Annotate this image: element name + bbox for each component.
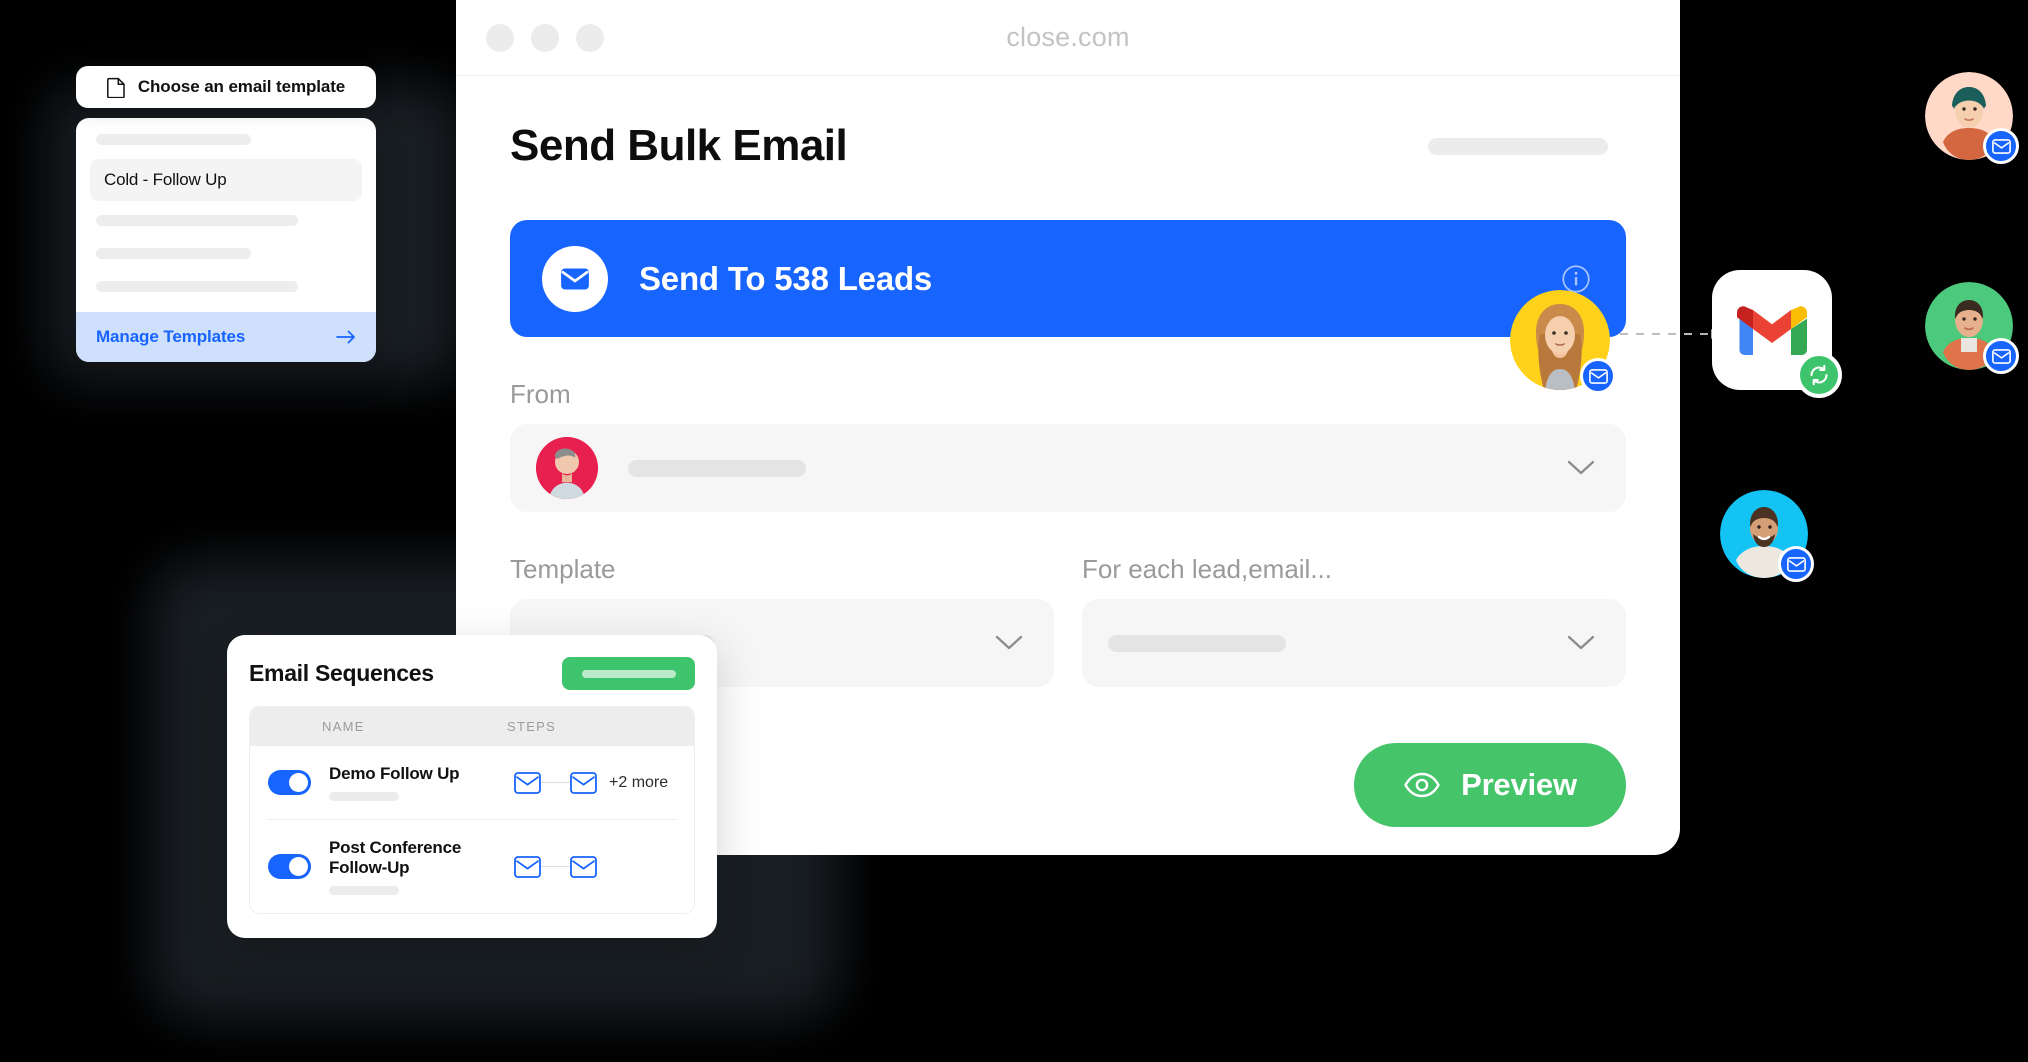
chevron-down-icon[interactable] xyxy=(1566,459,1596,477)
step-connector xyxy=(541,781,570,784)
page-header: Send Bulk Email xyxy=(510,124,1626,168)
manage-templates-label: Manage Templates xyxy=(96,327,246,346)
column-header-steps: STEPS xyxy=(507,719,557,734)
email-sequences-header: Email Sequences xyxy=(249,657,695,690)
template-dropdown-menu: Cold - Follow Up Manage Templates xyxy=(76,118,376,362)
preview-button[interactable]: Preview xyxy=(1354,743,1626,827)
gmail-icon xyxy=(1737,303,1807,357)
add-sequence-button[interactable] xyxy=(562,657,695,690)
document-icon xyxy=(106,77,126,98)
for-each-lead-field[interactable] xyxy=(1082,599,1626,687)
email-sequences-title: Email Sequences xyxy=(249,660,434,686)
table-row[interactable]: Post Conference Follow-Up xyxy=(268,819,676,913)
email-sequences-card: Email Sequences NAME STEPS Demo Follow U… xyxy=(227,635,717,938)
column-header-name: NAME xyxy=(322,719,365,734)
avatar-lower-man xyxy=(1720,490,1814,582)
for-each-lead-field-group: For each lead,email... xyxy=(1082,512,1626,687)
envelope-icon xyxy=(542,245,608,312)
chevron-down-icon[interactable] xyxy=(994,634,1024,652)
table-header-row: NAME STEPS xyxy=(250,707,694,746)
avatar-top-right-woman xyxy=(1925,72,2019,164)
browser-chrome: close.com xyxy=(456,0,1680,76)
send-bulk-label: Send To 538 Leads xyxy=(639,259,933,297)
connection-line xyxy=(1620,329,1718,339)
send-bulk-banner[interactable]: Send To 538 Leads xyxy=(510,220,1626,337)
steps-more-label: +2 more xyxy=(609,773,669,791)
sequence-subtitle-placeholder xyxy=(329,792,399,801)
sequence-subtitle-placeholder xyxy=(329,886,399,895)
preview-button-label: Preview xyxy=(1461,767,1577,802)
sequence-toggle[interactable] xyxy=(268,770,311,795)
sequence-name: Demo Follow Up xyxy=(329,764,460,783)
page-title: Send Bulk Email xyxy=(510,121,848,170)
template-item-selected[interactable]: Cold - Follow Up xyxy=(90,159,362,201)
address-bar-url[interactable]: close.com xyxy=(456,22,1680,53)
sync-icon xyxy=(1796,352,1842,398)
step-connector xyxy=(541,865,570,868)
envelope-icon xyxy=(570,855,597,878)
from-field[interactable] xyxy=(510,424,1626,512)
template-item-placeholder[interactable] xyxy=(96,281,298,292)
avatar-banner-woman xyxy=(1510,290,1616,394)
field-label-template: Template xyxy=(510,554,616,584)
button-label-placeholder xyxy=(581,669,676,678)
eye-icon xyxy=(1403,771,1441,799)
sequence-toggle[interactable] xyxy=(268,854,311,879)
sequence-name: Post Conference Follow-Up xyxy=(329,838,462,877)
sequences-table: NAME STEPS Demo Follow Up +2 more Post C… xyxy=(249,706,695,914)
sequence-steps-cell xyxy=(514,855,609,878)
choose-template-label: Choose an email template xyxy=(137,77,346,96)
template-item-placeholder[interactable] xyxy=(96,215,298,226)
popover-caret xyxy=(217,118,235,119)
sequence-name-cell: Demo Follow Up xyxy=(329,764,514,801)
gmail-integration-card[interactable] xyxy=(1712,270,1842,398)
envelope-icon xyxy=(1778,546,1814,582)
envelope-icon xyxy=(514,855,541,878)
header-placeholder-bar xyxy=(1428,137,1608,155)
template-item-placeholder[interactable] xyxy=(96,248,251,259)
sequence-steps-cell: +2 more xyxy=(514,771,669,794)
template-item-placeholder[interactable] xyxy=(96,134,251,145)
arrow-right-icon xyxy=(336,330,356,344)
envelope-icon xyxy=(1983,128,2019,164)
manage-templates-button[interactable]: Manage Templates xyxy=(76,312,376,362)
for-each-lead-value-placeholder xyxy=(1108,634,1286,652)
table-row[interactable]: Demo Follow Up +2 more xyxy=(250,746,694,819)
from-value-placeholder xyxy=(628,459,806,477)
chevron-down-icon[interactable] xyxy=(1566,634,1596,652)
template-list: Cold - Follow Up xyxy=(76,118,376,312)
screenshot-stage: close.com Send Bulk Email Send To 538 Le… xyxy=(0,0,2028,1062)
info-icon[interactable] xyxy=(1561,264,1591,294)
envelope-icon xyxy=(1983,338,2019,374)
field-label-from: From xyxy=(510,379,571,409)
envelope-icon xyxy=(514,771,541,794)
avatar xyxy=(536,437,598,499)
envelope-icon xyxy=(570,771,597,794)
template-popover: Choose an email template Cold - Follow U… xyxy=(76,66,376,362)
field-label-for-each-lead: For each lead,email... xyxy=(1082,554,1333,584)
choose-template-button[interactable]: Choose an email template xyxy=(76,66,376,108)
sequence-name-cell: Post Conference Follow-Up xyxy=(329,838,514,895)
envelope-icon xyxy=(1580,358,1616,394)
avatar-mid-right-man xyxy=(1925,282,2019,374)
